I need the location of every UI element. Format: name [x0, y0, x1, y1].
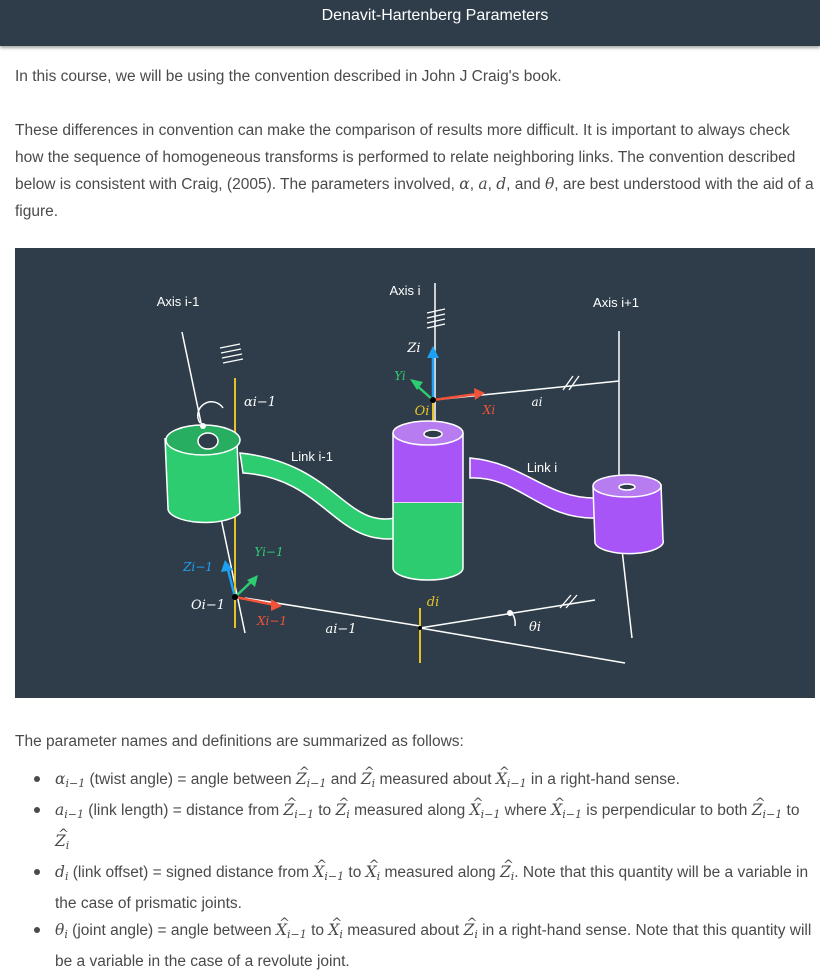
label-a-i: ai: [532, 395, 543, 409]
definition-alpha: αi−1 (twist angle) = angle between Zi−1 …: [15, 766, 815, 797]
bullet: [34, 927, 40, 933]
definition-theta: θi (joint angle) = angle between Xi−1 to…: [15, 917, 815, 975]
label-axis-i-plus-1: Axis i+1: [593, 295, 639, 310]
label-axis-i: Axis i: [389, 283, 420, 298]
definition-a: ai−1 (link length) = distance from Zi−1 …: [15, 797, 815, 859]
definitions-list: αi−1 (twist angle) = angle between Zi−1 …: [15, 766, 815, 975]
theta-symbol: θ: [544, 175, 555, 193]
alpha-arc: [197, 401, 224, 424]
intro-sep: ,: [487, 176, 497, 193]
label-theta-i: θi: [529, 620, 541, 635]
definition-d: di (link offset) = signed distance from …: [15, 859, 815, 917]
bullet: [34, 869, 40, 875]
label-axis-i-minus-1: Axis i-1: [157, 294, 200, 309]
intro-paragraph-2: These differences in convention can make…: [15, 117, 815, 225]
intro-paragraph-1: In this course, we will be using the con…: [15, 68, 562, 85]
label-z-i: Zi: [406, 341, 420, 356]
dh-diagram: Axis i-1 Axis i Axis i+1 Link i-1 Link i…: [157, 283, 665, 664]
label-o-i-minus-1: Oi−1: [191, 598, 225, 613]
a-symbol: a: [478, 175, 488, 193]
top-bar: Denavit-Hartenberg Parameters: [0, 0, 820, 46]
bullet: [34, 776, 40, 782]
label-alpha-i-minus-1: αi−1: [244, 395, 276, 410]
bullet: [34, 807, 40, 813]
joint-i: [392, 420, 464, 581]
label-o-i: Oi: [415, 404, 430, 419]
label-a-i-minus-1: ai−1: [325, 622, 356, 637]
page-title: Denavit-Hartenberg Parameters: [321, 7, 549, 24]
joint-i-plus-1: [592, 474, 665, 555]
d-symbol: d: [496, 175, 507, 193]
joint-i-minus-1: [164, 424, 241, 524]
dh-figure: Axis i-1 Axis i Axis i+1 Link i-1 Link i…: [15, 248, 815, 698]
alpha-symbol: α: [459, 175, 470, 193]
label-y-i-minus-1: Yi−1: [254, 545, 283, 559]
label-y-i: Yi: [394, 369, 406, 383]
summary-text: The parameter names and definitions are …: [15, 733, 464, 750]
x-i-minus-1-extension: [419, 627, 626, 664]
label-x-i-minus-1: Xi−1: [256, 614, 287, 628]
label-d-i: di: [427, 595, 439, 610]
label-x-i: Xi: [482, 403, 496, 417]
label-link-i-minus-1: Link i-1: [291, 449, 333, 464]
label-link-i: Link i: [527, 460, 557, 475]
intro-sep: , and: [506, 176, 545, 193]
label-z-i-minus-1: Zi−1: [182, 560, 213, 574]
link-i-minus-1: [239, 452, 401, 540]
